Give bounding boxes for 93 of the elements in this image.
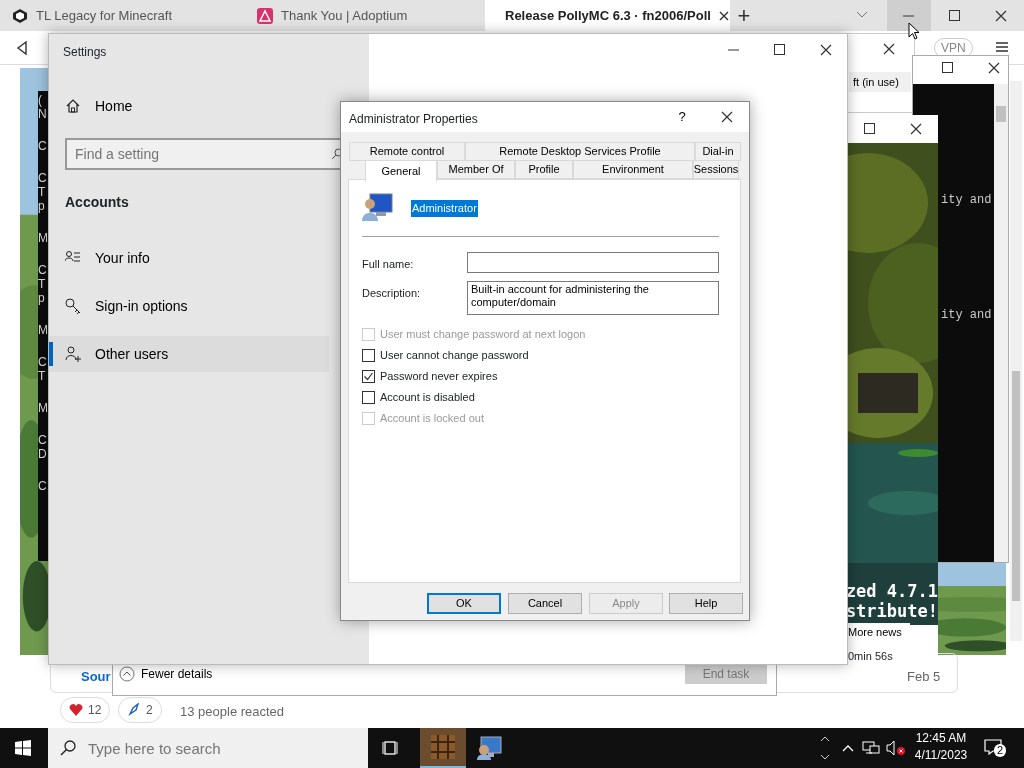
text-field[interactable]: Built-in account for administering the computer/domain [467, 281, 719, 315]
key-icon [65, 298, 81, 314]
nav-item[interactable]: Other users [49, 336, 329, 372]
muted-speaker-icon[interactable] [886, 740, 906, 756]
close-icon[interactable] [994, 9, 1008, 23]
console-text: C [38, 171, 48, 185]
close-icon[interactable] [882, 42, 896, 56]
console-text: ity and [941, 192, 993, 209]
dialog-title: Administrator Properties [349, 111, 478, 128]
console-text: T [38, 277, 47, 291]
console-text: C [38, 355, 48, 369]
close-icon[interactable] [720, 110, 734, 124]
console-text: M [38, 323, 48, 337]
maximize-icon[interactable] [941, 61, 955, 75]
end-task-button: End task [685, 664, 767, 684]
user-icon [362, 190, 394, 222]
user-monitor-icon [477, 734, 505, 762]
console-text: C [38, 263, 48, 277]
home-button[interactable]: Home [49, 88, 329, 124]
checkbox-option[interactable]: Account is disabled [362, 387, 586, 408]
reaction-button[interactable]: 2 [118, 697, 162, 723]
release-date: Feb 5 [907, 668, 941, 686]
crate-icon [429, 733, 457, 761]
maximize-icon[interactable] [773, 43, 787, 57]
text-field[interactable] [467, 252, 719, 273]
maximize-icon[interactable] [948, 9, 962, 23]
reactions-summary: 13 people reacted [180, 703, 285, 721]
dialog-button[interactable]: OK [427, 593, 501, 614]
chevron-icon[interactable] [842, 744, 854, 752]
section-heading: Accounts [65, 193, 129, 212]
search-icon [60, 740, 76, 756]
dialog-button[interactable]: Cancel [508, 593, 582, 614]
heart-icon [69, 703, 83, 717]
task-view-icon[interactable] [382, 739, 400, 757]
console-text: ity and [941, 307, 993, 324]
reaction-button[interactable]: 12 [60, 697, 111, 723]
console-text: C [38, 433, 48, 447]
dialog-tab[interactable]: Member Of [437, 160, 515, 179]
nav-item[interactable]: Sign-in options [49, 288, 329, 324]
triangle-icon [257, 7, 273, 24]
dialog-tab[interactable]: Environment [573, 160, 693, 179]
dropdown[interactable]: ft (in use) [849, 72, 911, 92]
dialog-tab[interactable]: Dial-in [695, 142, 741, 161]
menu-icon[interactable] [995, 41, 1009, 53]
timer-text: 0min 56s [848, 649, 893, 664]
console-text: C [38, 479, 48, 493]
checkbox-option: Account is locked out [362, 408, 586, 429]
dialog-tab[interactable]: Sessions [693, 160, 739, 179]
network-icon[interactable] [862, 740, 880, 756]
back-button[interactable] [14, 39, 30, 57]
browser-tab[interactable]: Release PollyMC 6.3 · fn2006/Poll [485, 0, 730, 31]
source-link[interactable]: Sour [81, 667, 111, 687]
console-text: D [38, 447, 48, 461]
dialog-tab[interactable]: General [365, 160, 437, 182]
maximize-icon[interactable] [863, 122, 877, 136]
taskbar-app[interactable] [420, 728, 466, 768]
nav-item[interactable]: Your info [49, 240, 329, 276]
console-text: T [38, 369, 47, 383]
field-label: Full name: [362, 257, 414, 272]
console-text: M [38, 231, 48, 245]
console-text: M [38, 401, 48, 415]
close-icon[interactable] [909, 122, 923, 136]
console-text: p [38, 199, 46, 213]
checkbox-option[interactable]: Password never expires [362, 366, 586, 387]
fewer-details-button[interactable]: Fewer details [119, 665, 213, 683]
field-label: Description: [362, 286, 421, 301]
dialog-button: Apply [589, 593, 663, 614]
windows-logo-icon[interactable] [14, 739, 32, 757]
minimize-button[interactable] [887, 0, 931, 31]
clock[interactable]: 12:45 AM 4/11/2023 [906, 730, 976, 766]
close-icon[interactable] [819, 43, 833, 57]
browser-tab[interactable]: TL Legacy for Minecraft [0, 0, 240, 31]
console-text: T [38, 185, 47, 199]
console-text: p [38, 291, 46, 305]
dialog-tab[interactable]: Remote control [349, 142, 465, 161]
dialog-button[interactable]: Help [669, 593, 743, 614]
checkbox-option: User must change password at next logon [362, 324, 586, 345]
user-name: Administrator [411, 200, 478, 217]
help-button[interactable]: ? [675, 108, 689, 126]
console-text: C [38, 139, 48, 153]
checkbox-option[interactable]: User cannot change password [362, 345, 586, 366]
search-field[interactable]: Type here to search [48, 728, 368, 768]
checkmark-icon [363, 371, 374, 382]
console-text: N [38, 107, 48, 121]
home-icon [65, 98, 81, 114]
new-tab-button[interactable]: + [734, 4, 754, 26]
browser-tab[interactable]: Thank You | Adoptium [245, 0, 480, 31]
window-title: Settings [63, 44, 107, 61]
dialog-tab[interactable]: Profile [515, 160, 573, 179]
add-person-icon [65, 346, 81, 362]
console-text: ( [38, 93, 43, 107]
close-icon[interactable] [987, 61, 1001, 75]
chevron-up-icon [119, 666, 135, 682]
